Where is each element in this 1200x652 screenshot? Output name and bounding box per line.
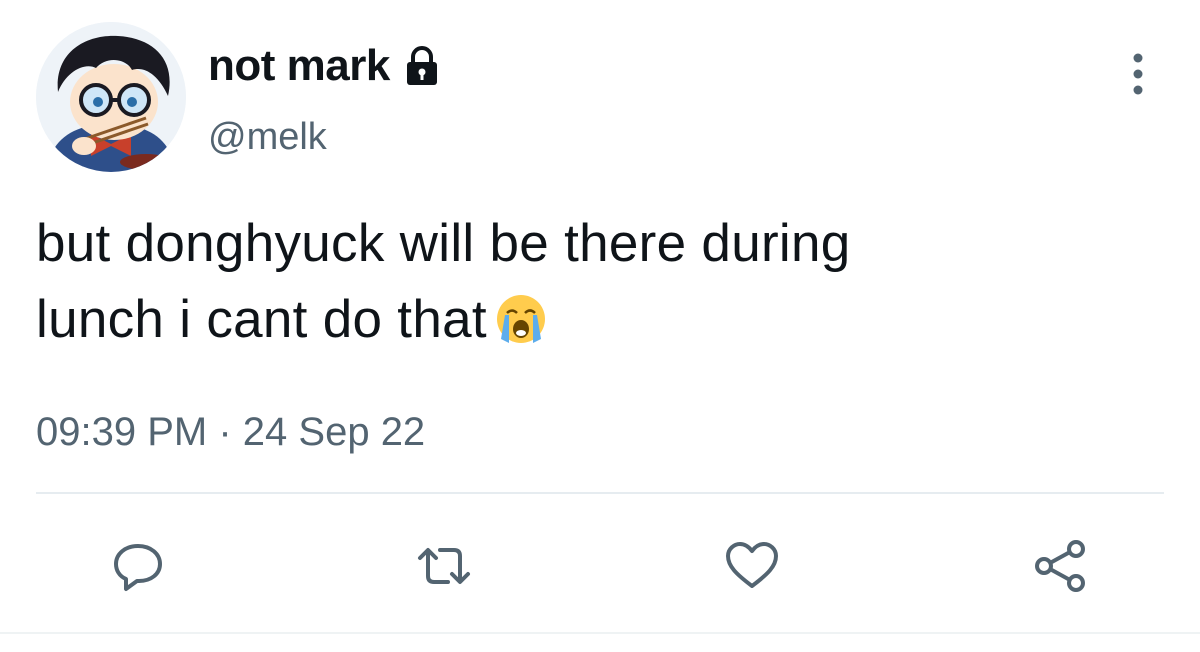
- loudly-crying-face-icon: [495, 290, 547, 343]
- tweet-text-line-2-text: lunch i cant do that: [36, 290, 487, 349]
- reply-icon: [114, 544, 162, 591]
- user-handle[interactable]: @melk: [208, 114, 327, 160]
- reply-button[interactable]: [108, 536, 168, 596]
- heart-icon: [726, 542, 778, 588]
- retweet-button[interactable]: [414, 536, 474, 596]
- tweet-text-line-1: but donghyuck will be there during: [36, 214, 851, 273]
- action-bar: [0, 536, 1200, 596]
- display-name-row[interactable]: not mark: [208, 40, 444, 92]
- tweet-timestamp[interactable]: 09:39 PM · 24 Sep 22: [36, 406, 425, 458]
- meta-separator: ·: [218, 410, 232, 454]
- lock-icon: [400, 44, 444, 88]
- more-options-icon[interactable]: [1118, 48, 1158, 100]
- share-button[interactable]: [1030, 536, 1090, 596]
- avatar[interactable]: [36, 22, 186, 172]
- bottom-divider: [0, 632, 1200, 634]
- tweet-time: 09:39 PM: [36, 410, 208, 454]
- avatar-image: [36, 22, 186, 172]
- like-button[interactable]: [722, 536, 782, 596]
- tweet-text-line-2: lunch i cant do that: [36, 282, 1136, 358]
- share-icon: [1035, 540, 1085, 592]
- display-name[interactable]: not mark: [208, 40, 390, 92]
- retweet-icon: [418, 548, 470, 584]
- tweet-date: 24 Sep 22: [242, 410, 426, 454]
- divider: [36, 492, 1164, 494]
- tweet-text: but donghyuck will be there during lunch…: [36, 206, 1136, 358]
